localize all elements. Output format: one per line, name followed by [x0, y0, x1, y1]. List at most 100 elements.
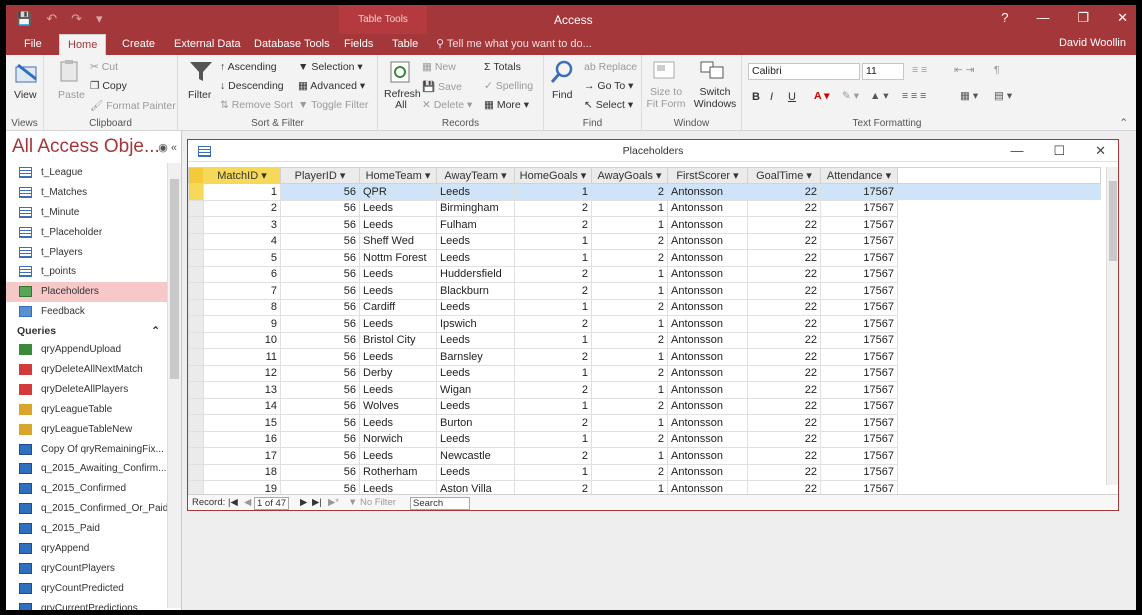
- table-cell[interactable]: 56: [280, 199, 360, 217]
- doc-restore-icon[interactable]: ☐: [1053, 140, 1065, 162]
- table-cell[interactable]: Burton: [436, 414, 515, 432]
- list-icons[interactable]: ≡ ≡: [912, 64, 927, 76]
- table-cell[interactable]: 22: [747, 348, 821, 366]
- table-cell[interactable]: Antonsson: [667, 265, 748, 283]
- table-cell[interactable]: Rotherham: [359, 463, 437, 481]
- record-selector[interactable]: [188, 381, 204, 399]
- record-selector[interactable]: [188, 199, 204, 217]
- record-selector[interactable]: [188, 183, 204, 201]
- table-cell[interactable]: 56: [280, 348, 360, 366]
- alternate-row-icon[interactable]: ▤ ▾: [994, 90, 1012, 102]
- table-cell[interactable]: 3: [203, 216, 281, 234]
- nav-scroll-thumb[interactable]: [170, 179, 179, 379]
- table-cell[interactable]: 17567: [820, 381, 898, 399]
- table-cell[interactable]: 22: [747, 216, 821, 234]
- table-cell[interactable]: Leeds: [436, 249, 515, 267]
- gridlines-icon[interactable]: ▦ ▾: [960, 90, 978, 102]
- table-cell[interactable]: 7: [203, 282, 281, 300]
- fill-color-icon[interactable]: ▲ ▾: [870, 90, 889, 102]
- table-row[interactable]: 12 56 Derby Leeds 1 2 Antonsson 22 17567: [188, 364, 1101, 382]
- table-cell[interactable]: 5: [203, 249, 281, 267]
- table-cell[interactable]: 56: [280, 232, 360, 250]
- table-cell[interactable]: 22: [747, 315, 821, 333]
- table-cell[interactable]: 22: [747, 463, 821, 481]
- table-cell[interactable]: Antonsson: [667, 199, 748, 217]
- italic-button[interactable]: I: [770, 91, 773, 103]
- table-row[interactable]: 17 56 Leeds Newcastle 2 1 Antonsson 22 17567: [188, 447, 1101, 465]
- next-record-icon[interactable]: ▶: [300, 497, 307, 508]
- table-cell[interactable]: Blackburn: [436, 282, 515, 300]
- table-cell[interactable]: 2: [591, 430, 668, 448]
- table-cell[interactable]: 17567: [820, 249, 898, 267]
- table-cell[interactable]: 56: [280, 430, 360, 448]
- table-cell[interactable]: 2: [514, 348, 592, 366]
- table-cell[interactable]: Antonsson: [667, 414, 748, 432]
- record-selector[interactable]: [188, 265, 204, 283]
- table-cell[interactable]: 1: [203, 183, 281, 201]
- help-button[interactable]: ?: [1001, 10, 1008, 26]
- table-cell[interactable]: Antonsson: [667, 331, 748, 349]
- table-cell[interactable]: 10: [203, 331, 281, 349]
- table-cell[interactable]: 1: [514, 183, 592, 201]
- table-cell[interactable]: Antonsson: [667, 183, 748, 201]
- table-cell[interactable]: 22: [747, 397, 821, 415]
- table-cell[interactable]: 2: [514, 447, 592, 465]
- table-cell[interactable]: 17567: [820, 232, 898, 250]
- table-cell[interactable]: Cardiff: [359, 298, 437, 316]
- nav-query-item[interactable]: qryAppend: [6, 539, 168, 559]
- table-cell[interactable]: 1: [591, 315, 668, 333]
- totals-button[interactable]: Σ Totals: [484, 61, 521, 73]
- tab-external-data[interactable]: External Data: [166, 34, 249, 55]
- table-cell[interactable]: 1: [514, 298, 592, 316]
- indent-icons[interactable]: ⇤ ⇥: [954, 64, 975, 76]
- table-cell[interactable]: 56: [280, 265, 360, 283]
- table-cell[interactable]: 17567: [820, 447, 898, 465]
- table-cell[interactable]: 22: [747, 199, 821, 217]
- table-cell[interactable]: Leeds: [436, 430, 515, 448]
- table-cell[interactable]: Antonsson: [667, 381, 748, 399]
- table-cell[interactable]: Antonsson: [667, 282, 748, 300]
- table-cell[interactable]: Antonsson: [667, 298, 748, 316]
- table-row[interactable]: 14 56 Wolves Leeds 1 2 Antonsson 22 17567: [188, 397, 1101, 415]
- save-record-button[interactable]: 💾 Save: [422, 80, 462, 93]
- column-header[interactable]: PlayerID ▾: [280, 167, 360, 184]
- table-cell[interactable]: Leeds: [359, 265, 437, 283]
- table-cell[interactable]: 14: [203, 397, 281, 415]
- table-cell[interactable]: Antonsson: [667, 232, 748, 250]
- table-row[interactable]: 13 56 Leeds Wigan 2 1 Antonsson 22 17567: [188, 381, 1101, 399]
- table-cell[interactable]: Barnsley: [436, 348, 515, 366]
- table-cell[interactable]: Norwich: [359, 430, 437, 448]
- doc-close-icon[interactable]: ✕: [1095, 140, 1106, 162]
- nav-menu-icon[interactable]: ◉: [158, 142, 168, 154]
- table-cell[interactable]: 17567: [820, 282, 898, 300]
- switch-windows-button[interactable]: Switch Windows: [690, 86, 740, 110]
- table-cell[interactable]: 2: [591, 397, 668, 415]
- table-cell[interactable]: Antonsson: [667, 430, 748, 448]
- table-cell[interactable]: Leeds: [436, 364, 515, 382]
- table-cell[interactable]: 18: [203, 463, 281, 481]
- font-color-icon[interactable]: A ▾: [814, 90, 829, 102]
- undo-icon[interactable]: ↶: [46, 11, 57, 27]
- format-painter-button[interactable]: 🖌 Format Painter: [90, 99, 176, 112]
- remove-sort-button[interactable]: ⇅ Remove Sort: [220, 99, 293, 111]
- table-cell[interactable]: Leeds: [359, 381, 437, 399]
- last-record-icon[interactable]: ▶|: [312, 497, 322, 508]
- filter-button[interactable]: Filter: [188, 89, 211, 101]
- select-button[interactable]: ↖ Select ▾: [584, 99, 633, 111]
- table-cell[interactable]: 2: [514, 414, 592, 432]
- table-cell[interactable]: 22: [747, 414, 821, 432]
- table-cell[interactable]: Leeds: [436, 232, 515, 250]
- nav-query-item[interactable]: qryDeleteAllPlayers: [6, 380, 168, 400]
- table-cell[interactable]: Ipswich: [436, 315, 515, 333]
- nav-table-item[interactable]: t_Players: [6, 243, 168, 263]
- table-cell[interactable]: 6: [203, 265, 281, 283]
- table-cell[interactable]: 56: [280, 249, 360, 267]
- table-cell[interactable]: QPR: [359, 183, 437, 201]
- table-cell[interactable]: 11: [203, 348, 281, 366]
- table-cell[interactable]: 15: [203, 414, 281, 432]
- nav-query-item[interactable]: qryCountPredicted: [6, 579, 168, 599]
- table-cell[interactable]: 22: [747, 249, 821, 267]
- table-cell[interactable]: 1: [591, 414, 668, 432]
- collapse-ribbon-icon[interactable]: ⌃: [1119, 117, 1128, 129]
- nav-scrollbar[interactable]: [167, 163, 181, 608]
